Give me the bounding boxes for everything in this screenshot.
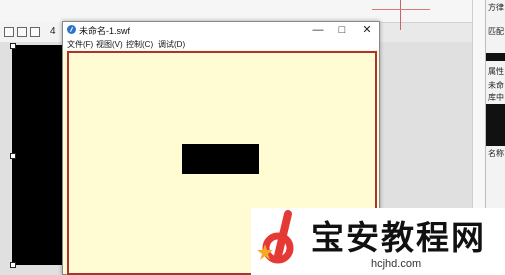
menu-debug[interactable]: 调试(D)	[158, 39, 185, 50]
transform-handle[interactable]	[10, 153, 16, 159]
snap-icon[interactable]	[4, 27, 14, 37]
flash-player-icon	[67, 25, 76, 34]
site-watermark: 宝安教程网 hcjhd.com	[251, 208, 505, 275]
ruler-guide-horizontal	[372, 9, 430, 10]
panel-label: 匹配	[488, 27, 504, 36]
window-titlebar[interactable]: 未命名-1.swf — □ ✕	[63, 22, 379, 38]
transform-handle[interactable]	[10, 262, 16, 268]
top-ruler	[0, 0, 505, 23]
panel-preview	[486, 104, 505, 146]
close-button[interactable]: ✕	[357, 23, 377, 37]
watermark-title: 宝安教程网	[311, 221, 486, 257]
frame-icon[interactable]	[30, 27, 40, 37]
maximize-button[interactable]: □	[332, 23, 352, 37]
toolbar-number: 4	[50, 26, 56, 37]
panel-label: 名称	[488, 149, 504, 158]
menu-view[interactable]: 视图(V)	[96, 39, 123, 50]
watermark-logo-icon	[257, 210, 294, 264]
vertical-scrollbar[interactable]	[472, 0, 485, 230]
menu-control[interactable]: 控制(C)	[126, 39, 153, 50]
black-rectangle-shape	[182, 144, 259, 174]
panel-label: 库中	[488, 93, 504, 102]
window-title: 未命名-1.swf	[79, 26, 131, 36]
panel-label: 未命	[488, 81, 504, 90]
ruler-guide-vertical	[400, 0, 401, 30]
panel-label: 方律	[488, 3, 504, 12]
stage-toolbar: 4	[0, 22, 70, 43]
transform-handle[interactable]	[10, 43, 16, 49]
align-icon[interactable]	[17, 27, 27, 37]
stage-black-region	[12, 45, 66, 265]
menu-file[interactable]: 文件(F)	[67, 39, 93, 50]
watermark-url: hcjhd.com	[371, 258, 422, 270]
panel-tab-bar[interactable]	[486, 53, 505, 61]
minimize-button[interactable]: —	[308, 23, 328, 37]
panel-label: 属性	[488, 67, 504, 76]
